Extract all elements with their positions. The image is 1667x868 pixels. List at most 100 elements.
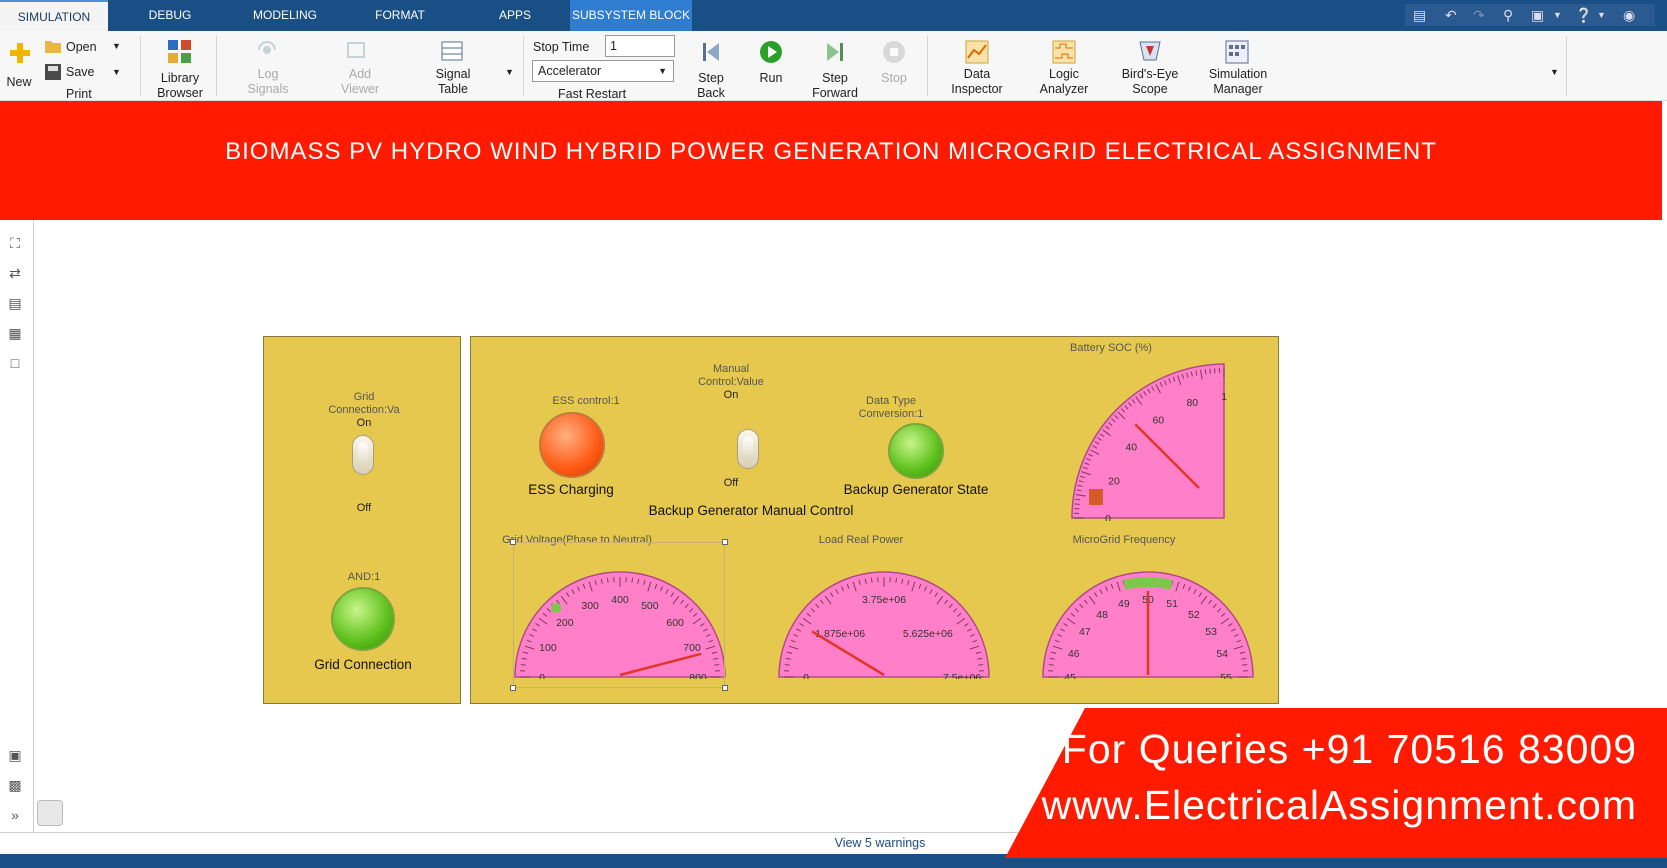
open-button[interactable]: Open (66, 40, 106, 55)
dropdown-icon[interactable]: ▼ (1553, 4, 1562, 26)
help-dropdown-icon[interactable]: ▼ (1597, 4, 1606, 26)
birds-eye-scope-icon (1139, 41, 1161, 61)
run-button[interactable]: Run (743, 71, 799, 86)
stop-time-input[interactable]: 1 (605, 35, 675, 57)
power-gauge-tick (978, 663, 984, 666)
ess-charging-caption: ESS Charging (528, 482, 614, 497)
simulation-manager-icon (1225, 40, 1249, 64)
camera-icon[interactable]: ▣ (2, 742, 28, 768)
battery-gauge-tick-label: 100 (1221, 391, 1227, 403)
save-disk-icon (45, 64, 61, 80)
frequency-gauge-tick-label: 54 (1216, 648, 1228, 660)
grid-connection-switch[interactable] (352, 435, 374, 475)
scroll-nav-icon[interactable] (37, 800, 63, 826)
signal-table-button[interactable]: Signal Table (425, 67, 481, 100)
simulation-manager-button[interactable]: Simulation Manager (1200, 67, 1276, 100)
annotation-icon[interactable]: ▤ (2, 290, 28, 316)
selection-handle[interactable] (722, 685, 728, 691)
tab-modeling[interactable]: MODELING (240, 0, 330, 31)
power-gauge-tick (870, 577, 873, 583)
tab-format[interactable]: FORMAT (360, 0, 440, 31)
model-browser-icon[interactable]: ▩ (2, 772, 28, 798)
signal-table-icon (441, 41, 463, 61)
canvas-left-edge (33, 220, 34, 832)
redo-icon[interactable]: ↷ (1473, 4, 1485, 26)
signal-arrows-icon[interactable]: ⇄ (2, 260, 28, 286)
manual-control-label: Manual Control:Value (698, 363, 764, 388)
grid-switch-off-label: Off (356, 502, 372, 514)
promo-phone: For Queries +91 70516 83009 (1061, 726, 1637, 772)
data-type-conversion-label: Data Type Conversion:1 (858, 395, 924, 420)
step-back-icon (703, 43, 719, 61)
power-gauge-tick-label: 5.625e+06 (903, 628, 953, 640)
save-dropdown-icon[interactable]: ▼ (112, 65, 121, 80)
battery-gauge-tick (1075, 498, 1081, 501)
step-forward-icon (827, 43, 843, 61)
selection-handle[interactable] (722, 539, 728, 545)
ribbon: New Open ▼ Save ▼ Print Library Browser … (0, 31, 1667, 101)
new-button[interactable]: New (2, 75, 36, 90)
backup-generator-lamp (888, 423, 944, 479)
battery-gauge-tick-label: 0 (1105, 513, 1111, 521)
prepare-expand-icon[interactable]: ▼ (505, 65, 514, 80)
tab-apps[interactable]: APPS (475, 0, 555, 31)
library-browser-button[interactable]: Library Browser (150, 71, 210, 100)
tab-subsystem-block[interactable]: SUBSYSTEM BLOCK (570, 0, 692, 31)
help-icon[interactable]: ❔ (1575, 4, 1592, 26)
and-lamp-label: AND:1 (347, 571, 381, 583)
birds-eye-scope-button[interactable]: Bird's-Eye Scope (1112, 67, 1188, 100)
grid-connection-panel: Grid Connection:Va On Off AND:1 Grid Con… (263, 336, 461, 704)
frequency-gauge-tick-label: 49 (1118, 598, 1130, 610)
add-viewer-button[interactable]: Add Viewer (332, 67, 388, 100)
selection-box (513, 542, 725, 688)
power-gauge-face (778, 571, 990, 678)
area-icon[interactable]: □ (2, 350, 28, 376)
step-forward-button[interactable]: Step Forward (807, 71, 863, 100)
frequency-gauge-tick-label: 53 (1205, 626, 1217, 638)
undo-icon[interactable]: ↶ (1445, 4, 1457, 26)
fast-restart-toggle[interactable]: Fast Restart (538, 87, 648, 100)
open-dropdown-icon[interactable]: ▼ (112, 39, 121, 54)
print-button[interactable]: Print (66, 87, 106, 100)
save-icon[interactable]: ▤ (1413, 4, 1426, 26)
view-warnings-link[interactable]: View 5 warnings (780, 836, 980, 850)
expand-left-icon[interactable]: » (2, 802, 28, 828)
stop-button[interactable]: Stop (866, 71, 922, 86)
tab-simulation[interactable]: SIMULATION (0, 0, 108, 31)
simulation-mode-select[interactable]: Accelerator ▼ (532, 60, 674, 82)
logic-analyzer-icon (1052, 40, 1076, 64)
promo-website: www.ElectricalAssignment.com (1041, 782, 1637, 828)
title-banner: BIOMASS PV HYDRO WIND HYBRID POWER GENER… (0, 101, 1662, 220)
library-browser-icon (168, 40, 191, 63)
battery-gauge-tick-label: 40 (1125, 441, 1137, 453)
log-signals-button[interactable]: Log Signals (240, 67, 296, 100)
contact-promo: For Queries +91 70516 83009 www.Electric… (1005, 708, 1667, 858)
toolstrip-tabs: SIMULATION DEBUG MODELING FORMAT APPS SU… (0, 0, 1667, 31)
ribbon-expand-icon[interactable]: ▼ (1550, 65, 1559, 80)
minimize-toolstrip-icon[interactable]: ◉ (1623, 4, 1635, 26)
log-signals-icon (258, 41, 276, 54)
fit-to-view-icon[interactable]: ⛶ (2, 230, 28, 256)
manual-control-switch[interactable] (737, 429, 759, 469)
save-button[interactable]: Save (66, 65, 106, 80)
battery-gauge-tick-label: 80 (1186, 397, 1198, 409)
image-icon[interactable]: ▦ (2, 320, 28, 346)
simulink-window: SIMULATION DEBUG MODELING FORMAT APPS SU… (0, 0, 1667, 868)
backup-generator-caption: Backup Generator State (843, 482, 989, 497)
layout-icon[interactable]: ▣ (1531, 4, 1544, 26)
search-icon[interactable]: ⚲ (1503, 4, 1513, 26)
ess-control-label: ESS control:1 (552, 395, 620, 407)
manual-off-label: Off (723, 477, 739, 489)
logic-analyzer-button[interactable]: Logic Analyzer (1030, 67, 1098, 100)
load-power-title: Load Real Power (818, 534, 904, 546)
step-back-button[interactable]: Step Back (683, 71, 739, 100)
backup-manual-caption: Backup Generator Manual Control (648, 503, 854, 518)
frequency-gauge-tick-label: 55 (1220, 672, 1232, 679)
data-inspector-button[interactable]: Data Inspector (944, 67, 1010, 100)
tab-debug[interactable]: DEBUG (130, 0, 210, 31)
microgrid-dashboard-panel: ESS control:1 ESS Charging Manual Contro… (470, 336, 1279, 704)
load-power-gauge: 01.875e+063.75e+065.625e+067.5e+06 (778, 571, 990, 679)
selection-handle[interactable] (510, 539, 516, 545)
selection-handle[interactable] (510, 685, 516, 691)
frequency-gauge-tick (1242, 663, 1248, 666)
